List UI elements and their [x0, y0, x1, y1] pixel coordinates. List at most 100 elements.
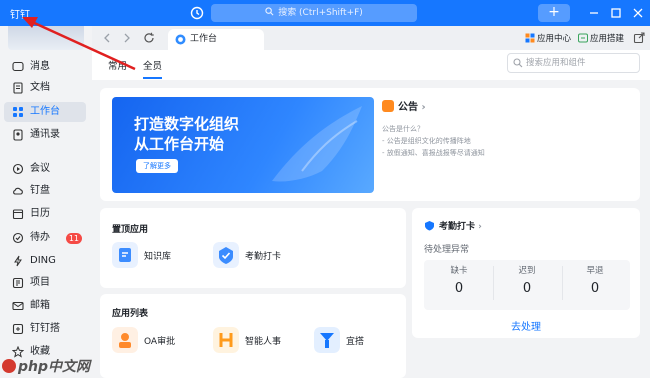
app-builder-label: 应用搭建 — [590, 34, 625, 44]
pinned-apps-card: 置顶应用 知识库 考勤打卡 — [100, 208, 406, 288]
promo-banner[interactable]: 打造数字化组织 从工作台开始 了解更多 — [112, 97, 374, 193]
avatar[interactable] — [8, 26, 84, 50]
yida-icon — [314, 327, 340, 353]
tab-workbench[interactable]: 工作台 — [168, 29, 264, 50]
title-bar: 钉钉 搜索 (Ctrl+Shift+F) + — [0, 0, 650, 26]
sidebar-item-label: 钉盘 — [30, 185, 50, 196]
learn-more-button[interactable]: 了解更多 — [136, 159, 178, 173]
refresh-icon[interactable] — [142, 31, 156, 45]
history-icon[interactable] — [189, 5, 205, 21]
attendance-card-title[interactable]: 考勤打卡 › — [424, 219, 482, 232]
stat-value: 0 — [522, 281, 532, 296]
message-icon — [12, 61, 24, 72]
stat-late[interactable]: 迟到 0 — [492, 264, 562, 296]
banner-headline-1: 打造数字化组织 — [134, 115, 240, 133]
subtab-frequent[interactable]: 常用 — [108, 58, 127, 72]
sidebar-item-projects[interactable]: 项目 — [4, 273, 86, 293]
notice-line: 公告是什么？ — [382, 125, 424, 133]
sidebar-item-contacts[interactable]: 通讯录 — [4, 125, 86, 145]
sidebar-item-docs[interactable]: 文档 — [4, 78, 86, 98]
tab-strip: 工作台 应用中心 应用搭建 — [92, 26, 650, 50]
stat-label: 迟到 — [518, 266, 536, 276]
maximize-icon[interactable] — [608, 5, 624, 21]
app-oa-approval[interactable]: OA审批 — [112, 327, 212, 355]
app-search-input[interactable]: 搜索应用和组件 — [507, 53, 640, 73]
forward-icon[interactable] — [120, 31, 134, 45]
app-list-title: 应用列表 — [112, 309, 149, 319]
chevron-right-icon: › — [478, 222, 482, 232]
stat-early-leave[interactable]: 早退 0 — [560, 264, 630, 296]
search-icon — [265, 7, 274, 16]
oa-approval-icon — [112, 327, 138, 353]
project-icon — [12, 277, 24, 289]
app-attendance[interactable]: 考勤打卡 — [213, 242, 313, 270]
calendar-icon — [12, 209, 24, 220]
app-center-button[interactable]: 应用中心 — [525, 32, 571, 44]
knowledge-base-icon — [112, 242, 138, 268]
search-placeholder: 搜索 (Ctrl+Shift+F) — [278, 8, 363, 18]
sidebar-item-label: 工作台 — [30, 106, 60, 117]
sidebar-item-meetings[interactable]: 会议 — [4, 159, 86, 179]
app-builder-button[interactable]: 应用搭建 — [578, 32, 624, 44]
sidebar-item-label: 消息 — [30, 61, 50, 72]
workbench-content: 常用 全员 搜索应用和组件 打造数字化组织 从工作台开始 了解更多 公告 › 公… — [92, 50, 650, 378]
attendance-icon — [213, 242, 239, 268]
app-label: 知识库 — [144, 252, 172, 262]
external-link-icon[interactable] — [632, 31, 646, 45]
sidebar-item-todo[interactable]: 待办 11 — [4, 228, 86, 248]
ding-icon — [14, 255, 22, 267]
app-list-card: 应用列表 OA审批 智能人事 宜搭 — [100, 294, 406, 378]
stat-missing-card[interactable]: 缺卡 0 — [424, 264, 494, 296]
mail-icon — [12, 301, 24, 311]
builder-icon — [12, 323, 24, 335]
global-search-input[interactable]: 搜索 (Ctrl+Shift+F) — [211, 4, 417, 22]
stat-value: 0 — [590, 281, 600, 296]
sidebar-item-workbench[interactable]: 工作台 — [4, 102, 86, 122]
bird-illustration — [272, 106, 362, 182]
minimize-icon[interactable] — [586, 5, 602, 21]
stat-label: 缺卡 — [450, 266, 468, 276]
app-label: 考勤打卡 — [245, 252, 282, 262]
sidebar-item-label: 邮箱 — [30, 300, 50, 311]
notice-title[interactable]: 公告 › — [382, 98, 426, 113]
sidebar-item-label: 文档 — [30, 82, 50, 93]
sidebar-item-label: 待办 — [30, 232, 50, 243]
sidebar-item-mail[interactable]: 邮箱 — [4, 296, 86, 316]
add-button[interactable]: + — [538, 4, 570, 22]
subtab-all[interactable]: 全员 — [143, 58, 163, 79]
back-icon[interactable] — [100, 31, 114, 45]
megaphone-icon — [382, 100, 394, 112]
sidebar-item-ding[interactable]: DING — [4, 251, 86, 271]
app-center-icon — [525, 33, 535, 43]
grid-icon — [13, 107, 23, 117]
sidebar-item-messages[interactable]: 消息 — [4, 57, 86, 77]
notice-title-text: 公告 — [398, 102, 418, 113]
search-icon — [513, 58, 523, 68]
stat-label: 早退 — [586, 266, 604, 276]
app-label: 智能人事 — [245, 337, 282, 347]
app-knowledge-base[interactable]: 知识库 — [112, 242, 212, 270]
sidebar-item-label: 钉钉搭 — [30, 323, 60, 334]
sidebar-item-drive[interactable]: 钉盘 — [4, 181, 86, 201]
pending-exceptions-label: 待处理异常 — [424, 245, 470, 255]
smart-hr-icon — [213, 327, 239, 353]
app-yida[interactable]: 宜搭 — [314, 327, 414, 355]
stat-value: 0 — [454, 281, 464, 296]
sidebar-item-calendar[interactable]: 日历 — [4, 204, 86, 224]
tab-label: 工作台 — [190, 34, 218, 44]
sidebar-item-label: 项目 — [30, 277, 50, 288]
app-label: OA审批 — [144, 337, 176, 347]
watermark: php中文网 — [2, 356, 90, 376]
app-center-label: 应用中心 — [537, 34, 572, 44]
chevron-right-icon: › — [421, 102, 426, 113]
sidebar-item-label: 会议 — [30, 163, 50, 174]
app-smart-hr[interactable]: 智能人事 — [213, 327, 313, 355]
notice-line: - 放假通知、喜报战报等尽请通知 — [382, 149, 485, 157]
close-icon[interactable] — [630, 5, 646, 21]
sidebar-item-builder[interactable]: 钉钉搭 — [4, 319, 86, 339]
handle-exceptions-link[interactable]: 去处理 — [412, 318, 640, 333]
banner-headline-2: 从工作台开始 — [134, 135, 225, 153]
sidebar-item-label: 通讯录 — [30, 129, 60, 140]
pinned-apps-title: 置顶应用 — [112, 225, 149, 235]
contacts-icon — [13, 129, 23, 141]
